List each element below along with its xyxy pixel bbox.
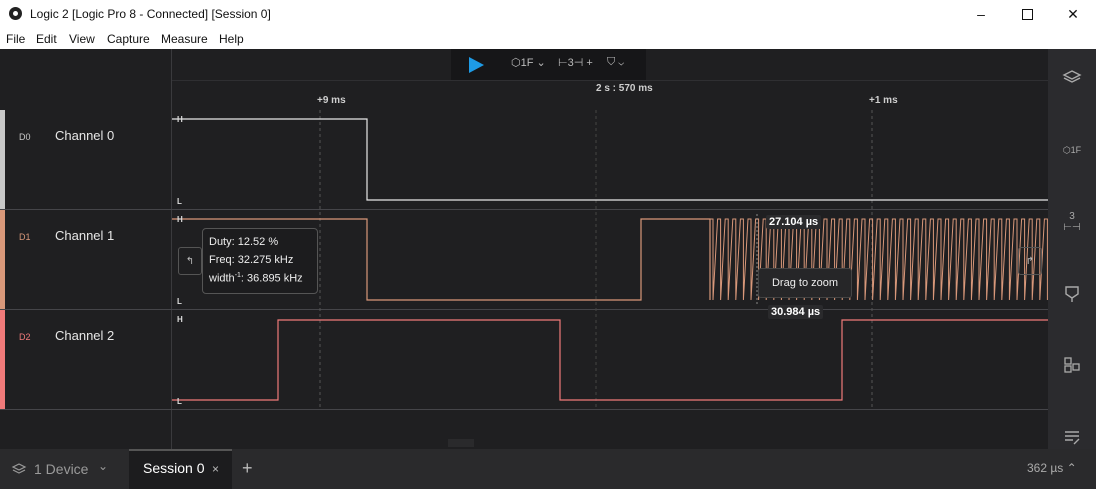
measure-label: 3 — [567, 57, 574, 69]
drag-to-zoom-hint: Drag to zoom — [758, 268, 852, 298]
channel-1-low-label: L — [177, 297, 182, 306]
measurement-tooltip: Duty: 12.52 % Freq: 32.275 kHz width-1: … — [202, 228, 318, 294]
right-sidebar: ⬡1F 3 ⊢⊣ — [1048, 49, 1096, 449]
menu-file[interactable]: File — [6, 32, 25, 46]
trigger-label: 1F — [520, 57, 534, 69]
measure-icon[interactable]: ⊢3⊣ + — [558, 56, 593, 69]
marker-icon[interactable]: ⛉ ⌄ — [607, 56, 624, 69]
channel-0-waveform — [172, 118, 1048, 201]
maximize-icon — [1021, 8, 1033, 20]
time-per-division-value: 362 µs — [1027, 461, 1064, 475]
trigger-sidebar-label: 1F — [1070, 145, 1082, 155]
channel-2-high-label: H — [177, 315, 183, 324]
menu-view[interactable]: View — [69, 32, 95, 46]
measure-sidebar-label: 3 — [1069, 211, 1075, 222]
notes-icon[interactable] — [1062, 427, 1082, 447]
device-selector[interactable]: 1 Device ⌄ — [0, 449, 122, 489]
session-tab-label: Session 0 — [143, 460, 205, 476]
minimize-button[interactable]: – — [958, 0, 1004, 28]
timeline-divider — [172, 80, 1048, 81]
channel-2-waveform — [172, 319, 1048, 401]
app-logo-icon — [9, 7, 22, 20]
measurement-top-label: 27.104 µs — [766, 215, 822, 229]
menu-capture[interactable]: Capture — [107, 32, 150, 46]
resize-handle[interactable] — [448, 439, 474, 447]
chevron-down-icon: ⌄ — [98, 459, 109, 473]
session-tab[interactable]: Session 0 × — [129, 449, 232, 489]
channel-header-area — [0, 49, 171, 111]
channel-0-color-strip — [0, 110, 5, 209]
trigger-sidebar-icon[interactable]: ⬡1F — [1062, 140, 1082, 160]
close-window-button[interactable]: ✕ — [1050, 0, 1096, 28]
measurement-bottom-label: 30.984 µs — [768, 305, 824, 319]
channel-1-row[interactable]: D1 Channel 1 — [0, 210, 171, 309]
menu-help[interactable]: Help — [219, 32, 244, 46]
channel-0-name[interactable]: Channel 0 — [55, 128, 114, 143]
maximize-button[interactable] — [1004, 0, 1050, 28]
tooltip-freq: Freq: 32.275 kHz — [209, 254, 294, 266]
tooltip-duty: Duty: 12.52 % — [209, 236, 279, 248]
channel-2-name[interactable]: Channel 2 — [55, 328, 114, 343]
channel-1-id: D1 — [19, 232, 31, 242]
time-per-division[interactable]: 362 µs ⌃ — [1027, 461, 1077, 475]
bottom-bar: 1 Device ⌄ Session 0 × + 362 µs ⌃ — [0, 439, 1096, 489]
timeline-marker-right: +1 ms — [869, 95, 898, 106]
extensions-icon[interactable] — [1062, 355, 1082, 375]
timeline-marker-left: +9 ms — [317, 95, 346, 106]
menu-bar: File Edit View Capture Measure Help — [0, 28, 1096, 50]
measure-add-label: + — [586, 57, 593, 69]
channel-0-row[interactable]: D0 Channel 0 — [0, 110, 171, 209]
channel-2-low-label: L — [177, 397, 182, 406]
next-edge-button[interactable]: ↱ — [1018, 247, 1042, 275]
channel-0-high-label: H — [177, 115, 183, 124]
device-layers-icon[interactable] — [1062, 67, 1082, 87]
channel-1-name[interactable]: Channel 1 — [55, 228, 114, 243]
tooltip-width-prefix: width — [209, 272, 235, 285]
play-icon[interactable] — [469, 57, 484, 73]
channel-1-color-strip — [0, 210, 5, 309]
channel-1-high-label: H — [177, 215, 183, 224]
tooltip-width: width-1: 36.895 kHz — [209, 272, 303, 285]
menu-measure[interactable]: Measure — [161, 32, 208, 46]
trigger-icon[interactable]: ⬡1F ⌄ — [511, 56, 546, 69]
timeline-marker-center: 2 s : 570 ms — [596, 83, 653, 94]
prev-edge-icon: ↰ — [185, 255, 195, 267]
add-session-button[interactable]: + — [242, 458, 253, 479]
capture-toolbar: ⬡1F ⌄ ⊢3⊣ + ⛉ ⌄ — [451, 49, 646, 80]
prev-edge-button[interactable]: ↰ — [178, 247, 202, 275]
device-count: 1 Device — [34, 461, 89, 477]
title-bar: Logic 2 [Logic Pro 8 - Connected] [Sessi… — [0, 0, 1096, 28]
marker-sidebar-icon[interactable] — [1062, 284, 1082, 304]
channel-2-color-strip — [0, 310, 5, 409]
device-layers-small-icon — [11, 461, 27, 480]
window-title: Logic 2 [Logic Pro 8 - Connected] [Sessi… — [30, 7, 271, 21]
session-close-icon[interactable]: × — [212, 462, 219, 476]
channel-2-row[interactable]: D2 Channel 2 — [0, 310, 171, 409]
channel-0-low-label: L — [177, 197, 182, 206]
channel-2-id: D2 — [19, 332, 31, 342]
menu-edit[interactable]: Edit — [36, 32, 57, 46]
next-edge-icon: ↱ — [1025, 255, 1035, 267]
channel-0-id: D0 — [19, 132, 31, 142]
measurements-sidebar-icon[interactable]: 3 ⊢⊣ — [1062, 211, 1082, 233]
tooltip-width-value: : 36.895 kHz — [240, 272, 303, 285]
